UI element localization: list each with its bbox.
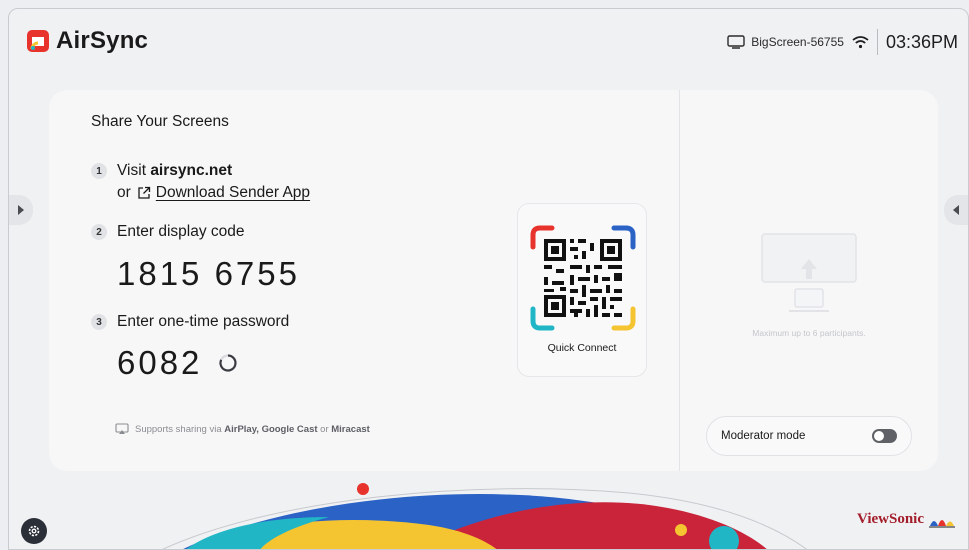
quick-connect-card[interactable]: Quick Connect [517,203,647,377]
otp-value: 6082 [117,344,203,381]
settings-button[interactable] [21,518,47,544]
brand-name: ViewSonic [857,511,924,527]
moderator-mode-label: Moderator mode [721,430,806,442]
clock: 03:36PM [885,31,958,52]
airsync-logo-icon [27,30,49,52]
download-sender-app-link[interactable]: Download Sender App [156,184,310,202]
left-panel-toggle[interactable] [9,195,33,225]
step-number: 2 [91,224,107,240]
device-name: BigScreen-56755 [751,35,844,49]
right-panel-toggle[interactable] [944,195,968,225]
app-title: AirSync [56,27,149,54]
status-bar: BigScreen-56755 03:36PM [727,29,968,55]
screen-cast-icon [115,423,129,434]
wifi-icon [852,36,869,49]
quick-connect-label: Quick Connect [547,342,617,354]
step-number: 3 [91,314,107,330]
toggle-knob [874,431,884,441]
step-1: 1 Visit airsync.net [91,162,232,180]
share-screen-illustration [761,233,857,312]
chevron-right-icon [18,205,24,215]
or-label: or [117,184,131,201]
max-participants-note: Maximum up to 6 participants. [752,328,866,338]
gear-icon [28,525,40,537]
card-divider [679,90,680,471]
step-number: 1 [91,163,107,179]
supports-prefix: Supports sharing via [135,423,222,435]
decorative-waves [162,483,808,549]
step-text: Enter one-time password [117,313,290,330]
app-window: AirSync BigScreen-56755 03:36PM Share Yo… [8,8,969,550]
external-link-icon [138,186,150,199]
step-text: Visit airsync.net [117,162,233,179]
airsync-url: airsync.net [150,162,233,179]
step-3: 3 Enter one-time password [91,313,289,331]
supports-last: Miracast [331,423,370,435]
display-code: 1815 6755 [117,255,300,292]
step-text: Enter display code [117,223,245,240]
step-2: 2 Enter display code [91,223,245,241]
chevron-left-icon [953,205,959,215]
viewsonic-brand: ViewSonic [857,511,956,528]
viewsonic-birds-logo-icon [929,519,955,527]
supported-protocols: Supports sharing via AirPlay, Google Cas… [115,423,370,435]
status-divider [876,29,878,55]
supports-joiner: or [320,423,329,435]
app-logo: AirSync [26,27,148,55]
download-line: or Download Sender App [117,184,310,202]
supports-first: AirPlay, Google Cast [224,423,318,435]
display-icon [727,35,745,49]
refresh-timer-icon [219,354,238,372]
share-card: Share Your Screens 1 Visit airsync.net o… [49,90,938,471]
card-title: Share Your Screens [91,113,229,130]
moderator-mode-toggle[interactable] [872,429,897,443]
one-time-password: 6082 [117,344,238,382]
qr-code-icon [530,225,636,331]
moderator-mode-row[interactable]: Moderator mode [706,416,912,456]
